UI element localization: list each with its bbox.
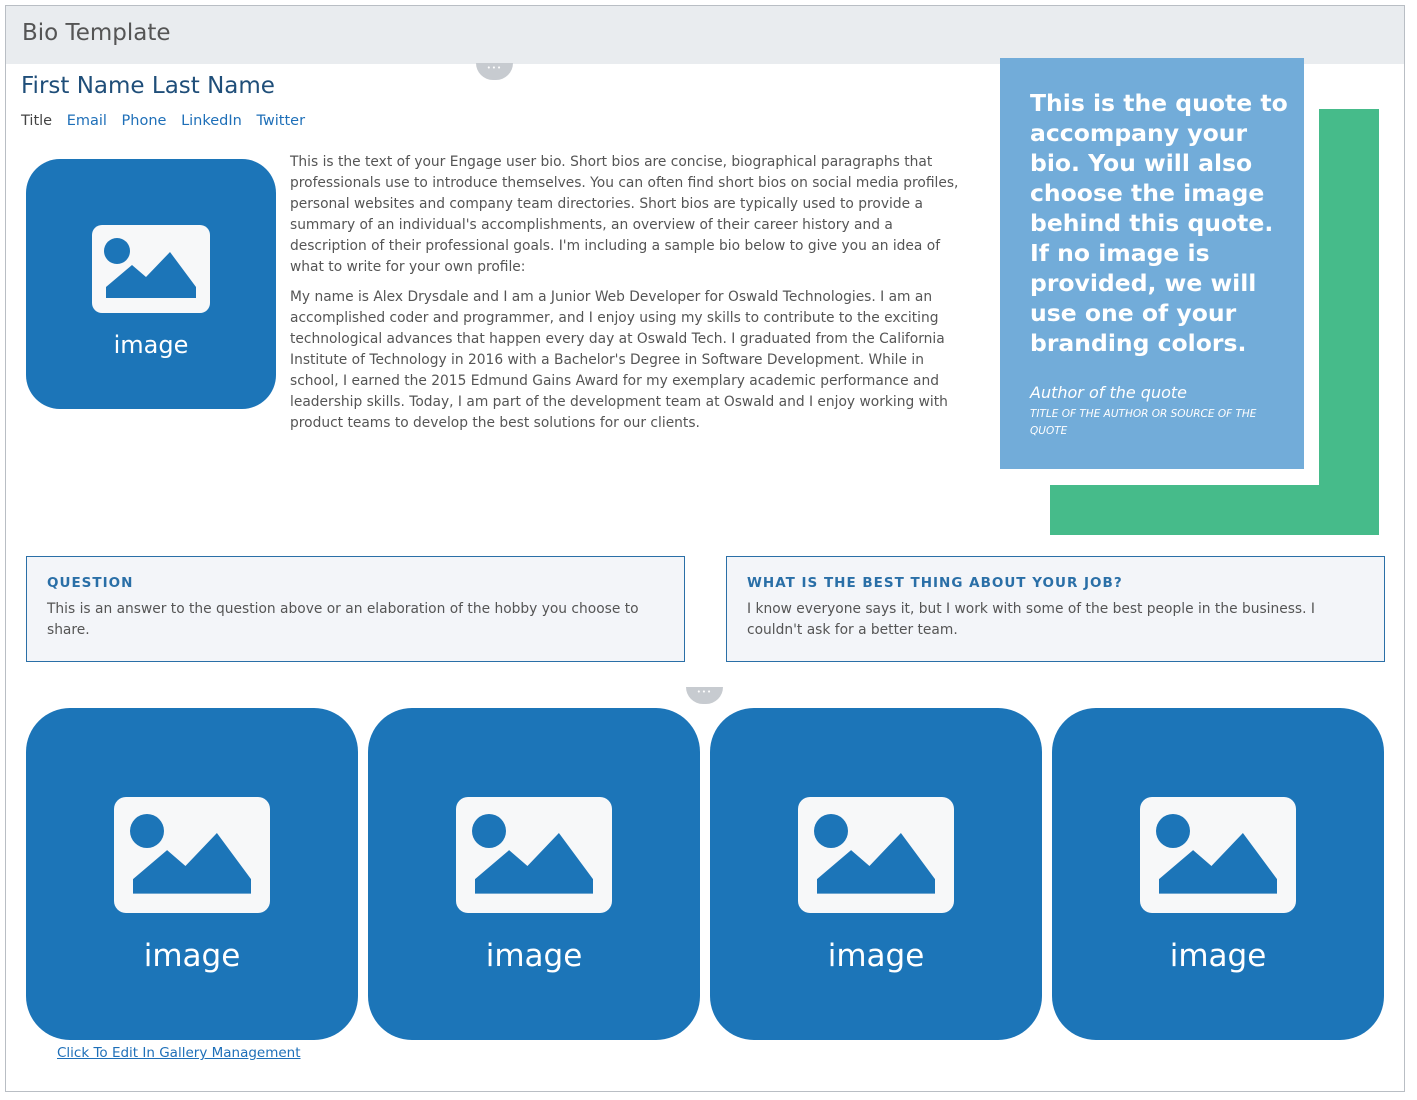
- bio-paragraph: This is the text of your Engage user bio…: [290, 154, 959, 275]
- gallery-image[interactable]: image: [710, 708, 1042, 1040]
- image-caption: image: [485, 938, 583, 974]
- image-caption: image: [113, 331, 189, 359]
- image-placeholder-icon: [114, 797, 270, 913]
- qa-question: QUESTION: [47, 575, 134, 591]
- image-placeholder-icon: [1140, 797, 1296, 913]
- profile-name: First Name Last Name: [21, 73, 275, 99]
- image-caption: image: [1169, 938, 1267, 974]
- linkedin-link[interactable]: LinkedIn: [181, 113, 242, 129]
- window-title: Bio Template: [22, 20, 171, 46]
- phone-link[interactable]: Phone: [122, 113, 167, 129]
- title-bar: Bio Template: [6, 6, 1404, 64]
- profile-image[interactable]: image: [26, 159, 276, 409]
- gallery-image[interactable]: image: [368, 708, 700, 1040]
- qa-answer: This is an answer to the question above …: [47, 601, 639, 638]
- qa-answer: I know everyone says it, but I work with…: [747, 601, 1315, 638]
- profile-title: Title: [21, 113, 53, 129]
- quote-text: This is the quote to accompany your bio.…: [1030, 89, 1288, 357]
- bio-paragraph: My name is Alex Drysdale and I am a Juni…: [290, 289, 948, 431]
- image-caption: image: [827, 938, 925, 974]
- qa-card[interactable]: QUESTION This is an answer to the questi…: [26, 556, 685, 662]
- quote-source: Title of the author or source of the quo…: [1030, 408, 1257, 437]
- contact-links: Title Email Phone LinkedIn Twitter: [21, 113, 315, 129]
- gallery-image[interactable]: image: [26, 708, 358, 1040]
- gallery-image[interactable]: image: [1052, 708, 1384, 1040]
- image-caption: image: [143, 938, 241, 974]
- bio-text: This is the text of your Engage user bio…: [290, 152, 960, 443]
- quote-card[interactable]: This is the quote to accompany your bio.…: [1000, 58, 1304, 469]
- gallery-edit-link[interactable]: Click To Edit In Gallery Management: [57, 1045, 301, 1061]
- image-placeholder-icon: [456, 797, 612, 913]
- image-placeholder-icon: [798, 797, 954, 913]
- quote-author: Author of the quote: [1030, 383, 1188, 402]
- qa-card[interactable]: WHAT IS THE BEST THING ABOUT YOUR JOB? I…: [726, 556, 1385, 662]
- qa-question: WHAT IS THE BEST THING ABOUT YOUR JOB?: [747, 575, 1123, 591]
- twitter-link[interactable]: Twitter: [256, 113, 305, 129]
- email-link[interactable]: Email: [67, 113, 107, 129]
- image-placeholder-icon: [92, 225, 210, 313]
